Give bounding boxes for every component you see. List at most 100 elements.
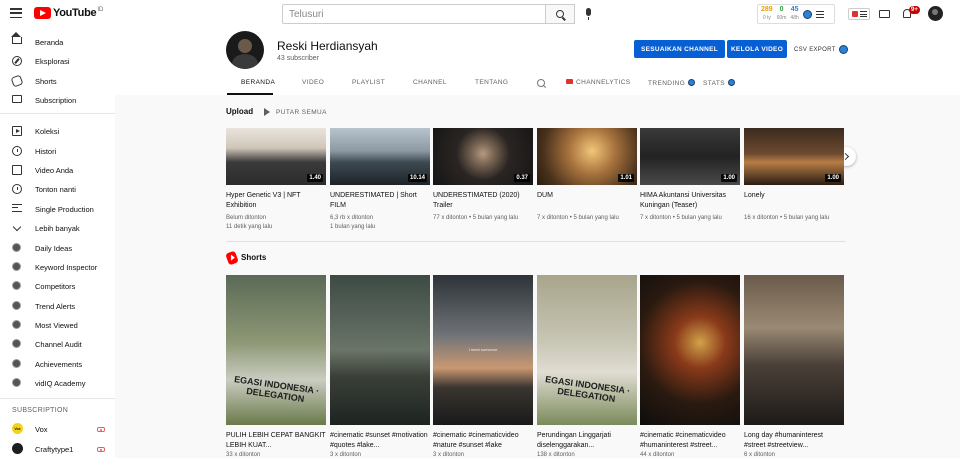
short-card[interactable]: EGASI INDONESIA · DELEGATION PULIH LEBIH … <box>226 275 326 458</box>
sidebar-item-label: Channel Audit <box>35 339 82 349</box>
short-thumbnail[interactable]: EGASI INDONESIA · DELEGATION <box>226 275 326 425</box>
csv-export-label: CSV EXPORT <box>794 46 836 53</box>
vidiq-icon <box>12 378 21 387</box>
short-title[interactable]: Perundingan Linggarjati diselenggarakan.… <box>537 431 637 451</box>
shorts-section-title[interactable]: Shorts <box>241 253 266 262</box>
account-avatar[interactable] <box>928 6 943 21</box>
sidebar-item-vidiq-academy[interactable]: vidIQ Academy <box>0 374 115 392</box>
tab-video[interactable]: VIDEO <box>302 79 324 86</box>
channelytics-icon[interactable] <box>848 8 870 20</box>
short-title[interactable]: #cinematic #sunset #motivation #quotes #… <box>330 431 430 451</box>
notification-count-badge: 9+ <box>909 6 920 14</box>
vidiq-stat: 289 0 ty <box>761 6 773 22</box>
video-card[interactable]: 1.00 HIMA Akuntansi Universitas Kuningan … <box>640 128 740 223</box>
tab-channel[interactable]: CHANNEL <box>413 79 447 86</box>
sidebar-item-shorts[interactable]: Shorts <box>0 72 115 90</box>
short-card[interactable]: EGASI INDONESIA · DELEGATION Perundingan … <box>537 275 637 458</box>
sidebar-item-tonton-nanti[interactable]: Tonton nanti <box>0 180 115 198</box>
video-thumbnail[interactable]: 10.14 <box>330 128 430 185</box>
vidiq-stat: 0 60m <box>777 6 787 22</box>
video-age: 5 bulan yang lalu <box>783 215 830 221</box>
video-card[interactable]: 1.40 Hyper Genetic V3 | NFT Exhibition Bel… <box>226 128 326 232</box>
short-thumbnail[interactable]: EGASI INDONESIA · DELEGATION <box>537 275 637 425</box>
channel-search-icon[interactable] <box>537 79 545 87</box>
video-title[interactable]: HIMA Akuntansi Universitas Kuningan (Tea… <box>640 191 740 211</box>
video-title[interactable]: Lonely <box>744 191 844 211</box>
video-thumbnail[interactable]: 1.00 <box>744 128 844 185</box>
video-age: 1 bulan yang lalu <box>330 224 376 230</box>
create-video-icon[interactable] <box>879 10 890 18</box>
sidebar-item-keyword-inspector[interactable]: Keyword Inspector <box>0 258 115 276</box>
sidebar-item-channel-audit[interactable]: Channel Audit <box>0 335 115 353</box>
short-thumbnail[interactable] <box>744 275 844 425</box>
sidebar-item-lebih-banyak[interactable]: Lebih banyak <box>0 219 115 237</box>
tab-tentang[interactable]: TENTANG <box>475 79 508 86</box>
tab-stats[interactable]: STATS <box>703 79 735 87</box>
customize-channel-button[interactable]: SESUAIKAN CHANNEL <box>634 40 725 58</box>
video-age: 5 bulan yang lalu <box>472 215 519 221</box>
video-card[interactable]: 1.00 Lonely 16 x ditonton • 5 bulan yang l… <box>744 128 844 223</box>
tab-channelytics[interactable]: CHANNELYTICS <box>566 79 631 86</box>
microphone-icon[interactable] <box>586 8 591 20</box>
video-thumbnail[interactable]: 1.01 <box>537 128 637 185</box>
video-title[interactable]: Hyper Genetic V3 | NFT Exhibition <box>226 191 326 211</box>
sidebar-item-trend-alerts[interactable]: Trend Alerts <box>0 297 115 315</box>
video-card[interactable]: 10.14 UNDERESTIMATED | Short FILM 6,3 rb x… <box>330 128 430 232</box>
sidebar-item-beranda[interactable]: Beranda <box>0 32 115 51</box>
video-card[interactable]: 1.01 DUM 7 x ditonton • 5 bulan yang lalu <box>537 128 637 223</box>
vidiq-stats-widget[interactable]: 289 0 ty 0 60m 45 48h <box>757 4 835 24</box>
play-all-button[interactable]: PUTAR SEMUA <box>264 108 327 116</box>
search-button[interactable] <box>545 4 575 24</box>
video-thumbnail[interactable]: 1.00 <box>640 128 740 185</box>
video-thumbnail[interactable]: 1.40 <box>226 128 326 185</box>
short-thumbnail[interactable]: I need someone <box>433 275 533 425</box>
csv-export-button[interactable]: CSV EXPORT <box>794 45 848 54</box>
sidebar-item-video-anda[interactable]: Video Anda <box>0 161 115 179</box>
sidebar-item-most-viewed[interactable]: Most Viewed <box>0 316 115 334</box>
sidebar-item-subscription[interactable]: Subscription <box>0 91 115 109</box>
sidebar-subscription-vox[interactable]: Vox Vox <box>0 420 115 438</box>
search-input[interactable] <box>282 4 546 24</box>
sidebar-item-koleksi[interactable]: Koleksi <box>0 122 115 140</box>
channel-avatar[interactable] <box>226 31 264 69</box>
logo-region: ID <box>97 7 104 13</box>
sidebar-item-single-production[interactable]: Single Production <box>0 200 115 218</box>
sidebar-item-competitors[interactable]: Competitors <box>0 277 115 295</box>
vidiq-menu-icon[interactable] <box>815 10 824 18</box>
short-card[interactable]: #cinematic #cinematicvideo #humaninteres… <box>640 275 740 458</box>
tab-beranda[interactable]: BERANDA <box>241 79 275 86</box>
live-indicator-icon <box>97 447 105 452</box>
tab-label: BERANDA <box>241 79 276 86</box>
tab-label: STATS <box>703 80 725 87</box>
short-thumbnail[interactable] <box>330 275 430 425</box>
sidebar-item-histori[interactable]: Histori <box>0 142 115 160</box>
short-card[interactable]: I need someone #cinematic #cinematicvideo… <box>433 275 533 458</box>
short-title[interactable]: PULIH LEBIH CEPAT BANGKIT LEBIH KUAT... <box>226 431 326 451</box>
shorts-logo-icon <box>225 250 239 266</box>
tab-playlist[interactable]: PLAYLIST <box>352 79 385 86</box>
sidebar-item-achievements[interactable]: Achievements <box>0 355 115 373</box>
short-card[interactable]: Long day #humaninterest #street #streetv… <box>744 275 844 458</box>
hamburger-menu-icon[interactable] <box>10 8 22 18</box>
play-all-label: PUTAR SEMUA <box>276 108 327 116</box>
subscriptions-icon <box>12 95 22 103</box>
video-thumbnail[interactable]: 0.37 <box>433 128 533 185</box>
video-title[interactable]: UNDERESTIMATED (2020) Trailer <box>433 191 533 211</box>
short-title[interactable]: Long day #humaninterest #street #streetv… <box>744 431 844 451</box>
sidebar-subscription-craftytype1[interactable]: Craftytype1 <box>0 440 115 458</box>
manage-videos-button[interactable]: KELOLA VIDEO <box>727 40 787 58</box>
video-card[interactable]: 0.37 UNDERESTIMATED (2020) Trailer 77 x di… <box>433 128 533 223</box>
sidebar-item-daily-ideas[interactable]: Daily Ideas <box>0 239 115 257</box>
short-title[interactable]: #cinematic #cinematicvideo #nature #suns… <box>433 431 533 451</box>
short-thumbnail[interactable] <box>640 275 740 425</box>
tab-trending[interactable]: TRENDING <box>648 79 696 87</box>
sidebar-item-eksplorasi[interactable]: Eksplorasi <box>0 52 115 70</box>
video-title[interactable]: DUM <box>537 191 637 211</box>
short-card[interactable]: #cinematic #sunset #motivation #quotes #… <box>330 275 430 458</box>
play-icon <box>264 108 270 116</box>
short-title[interactable]: #cinematic #cinematicvideo #humaninteres… <box>640 431 740 451</box>
youtube-logo[interactable]: YouTube ID <box>34 7 103 19</box>
uploads-section-title[interactable]: Upload <box>226 107 253 116</box>
video-title[interactable]: UNDERESTIMATED | Short FILM <box>330 191 430 211</box>
tab-label: PLAYLIST <box>352 79 386 86</box>
